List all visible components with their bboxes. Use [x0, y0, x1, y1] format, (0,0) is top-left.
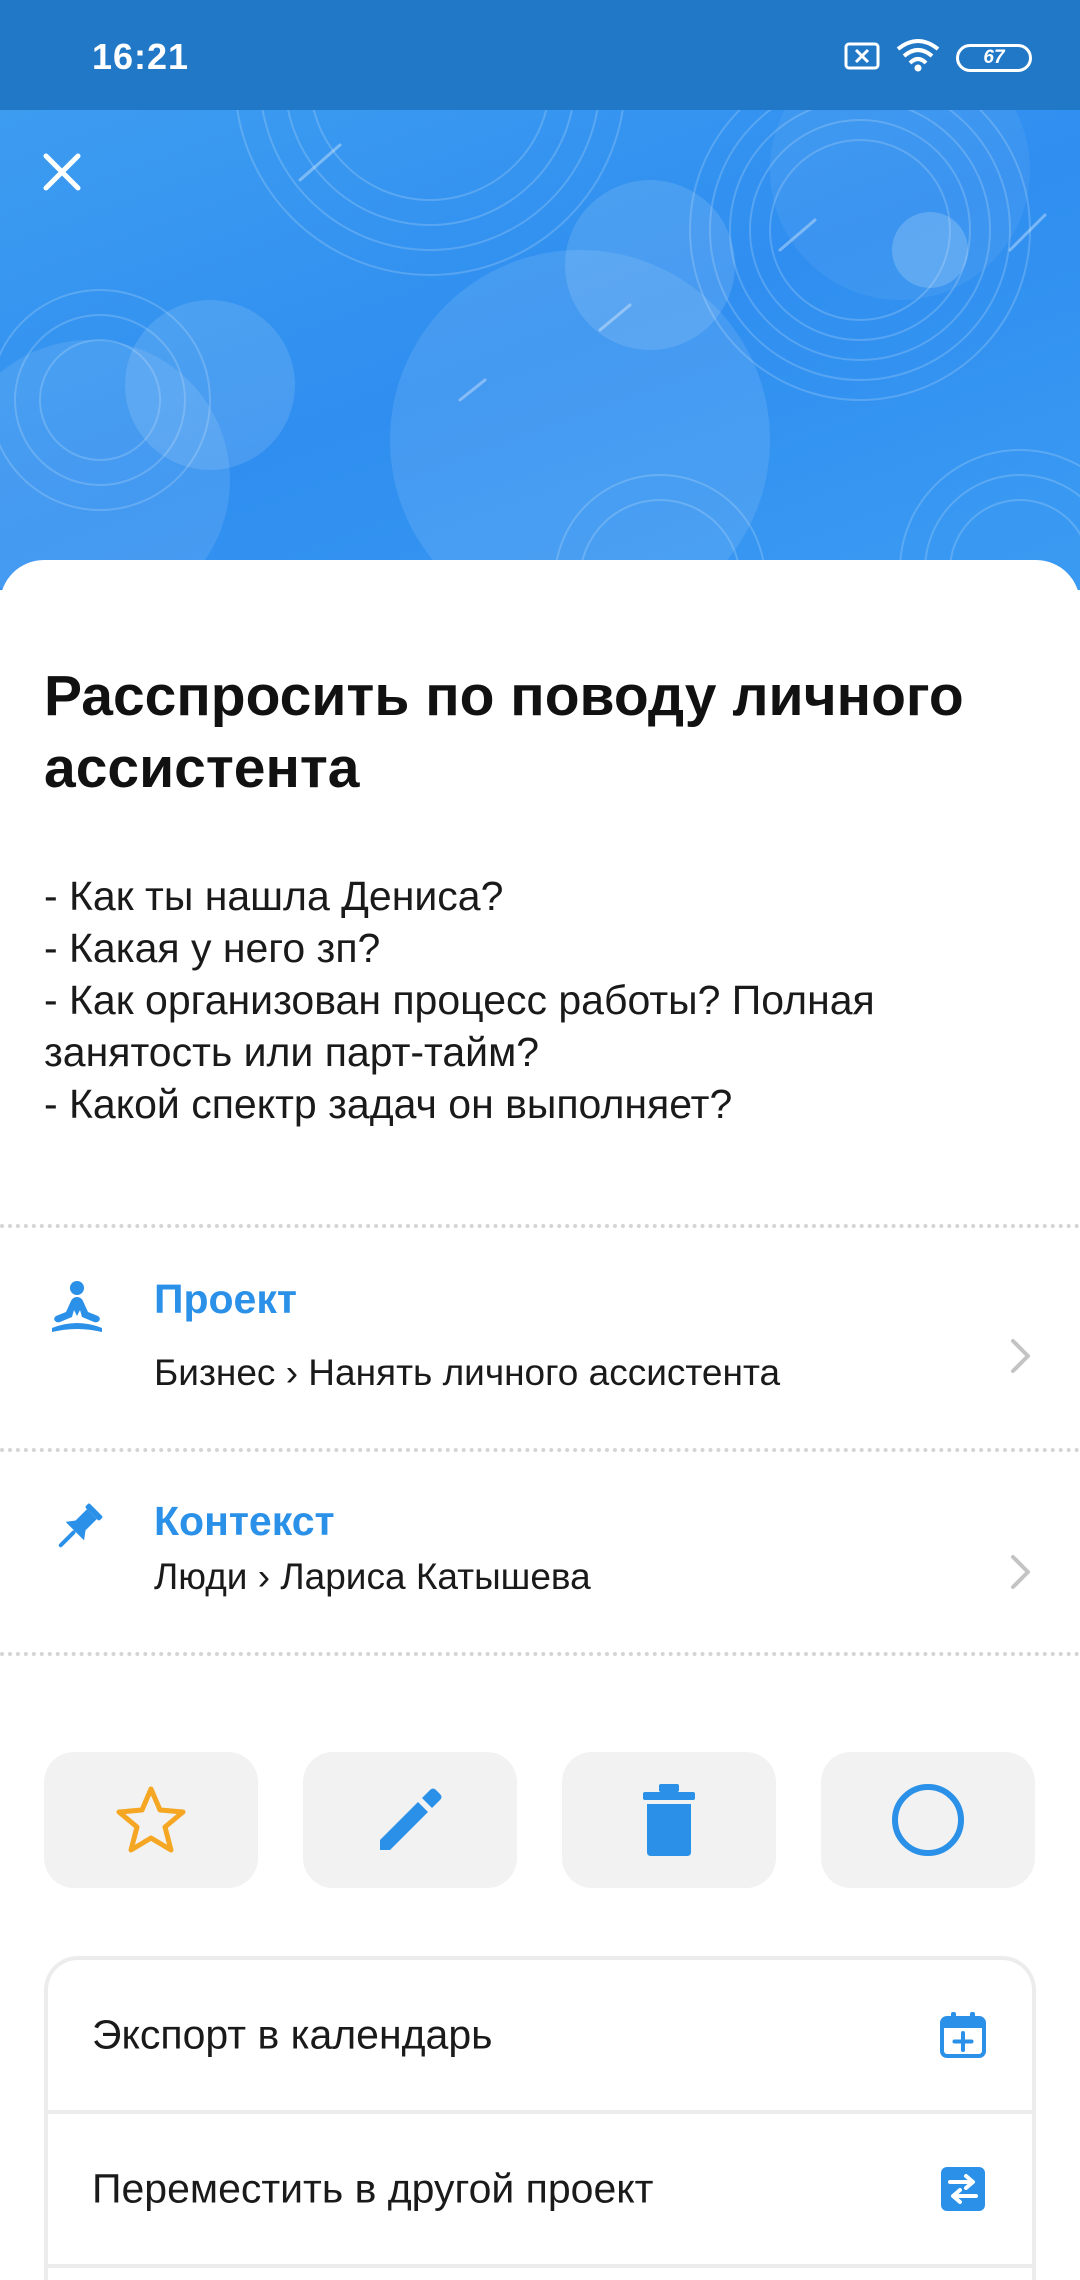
delete-button[interactable]	[562, 1752, 776, 1888]
project-row[interactable]: Проект Бизнес › Нанять личного ассистент…	[0, 1228, 1080, 1448]
star-icon	[116, 1786, 186, 1853]
pencil-icon	[380, 1788, 442, 1850]
decorative-bubbles	[0, 110, 1080, 590]
pin-icon	[58, 1503, 103, 1548]
move-project-item[interactable]: Переместить в другой проект	[48, 2114, 1032, 2264]
edit-button[interactable]	[303, 1752, 517, 1888]
meditation-icon	[52, 1281, 102, 1332]
complete-button[interactable]	[821, 1752, 1035, 1888]
circle-icon	[892, 1784, 964, 1856]
swap-icon	[941, 2167, 985, 2211]
menu-divider	[48, 2264, 1032, 2268]
export-calendar-item[interactable]: Экспорт в календарь	[48, 1960, 1032, 2110]
menu-item-label: Переместить в другой проект	[92, 2165, 654, 2212]
context-row[interactable]: Контекст Люди › Лариса Катышева	[0, 1452, 1080, 1652]
status-icons: 67	[844, 34, 1034, 78]
note-line: - Какая у него зп?	[44, 925, 381, 971]
menu-item-label: Экспорт в календарь	[92, 2011, 493, 2058]
trash-icon	[643, 1784, 695, 1856]
close-icon	[43, 153, 81, 191]
task-notes: - Как ты нашла Дениса? - Какая у него зп…	[44, 870, 1054, 1130]
status-bar: 16:21 67	[0, 0, 1080, 110]
note-line: - Какой спектр задач он выполняет?	[44, 1081, 733, 1127]
sim-off-icon	[844, 42, 880, 70]
project-value: Бизнес › Нанять личного ассистента	[154, 1352, 781, 1393]
context-label: Контекст	[154, 1498, 335, 1544]
favorite-button[interactable]	[44, 1752, 258, 1888]
note-line: - Как организован процесс работы? Полная	[44, 977, 875, 1023]
wifi-icon	[896, 39, 940, 72]
calendar-add-icon	[940, 2012, 986, 2058]
note-line: занятость или парт-тайм?	[44, 1029, 540, 1075]
context-value: Люди › Лариса Катышева	[154, 1556, 591, 1597]
battery-icon: 67	[956, 44, 1032, 72]
task-sheet: Расспросить по поводу личного ассистента…	[0, 560, 1080, 2280]
chevron-right-icon	[1011, 1555, 1030, 1589]
status-time: 16:21	[92, 36, 190, 77]
chevron-right-icon	[1011, 1339, 1030, 1373]
note-line: - Как ты нашла Дениса?	[44, 873, 504, 919]
project-label: Проект	[154, 1276, 297, 1322]
header-background	[0, 110, 1080, 590]
close-button[interactable]	[40, 150, 114, 224]
divider	[0, 1652, 1080, 1656]
task-title: Расспросить по поводу личного ассистента	[44, 664, 964, 800]
actions-menu: Экспорт в календарь Переместить в другой…	[44, 1956, 1036, 2280]
task-detail-screen: 16:21 67 Расспросить по поводу личного а…	[0, 0, 1080, 2280]
